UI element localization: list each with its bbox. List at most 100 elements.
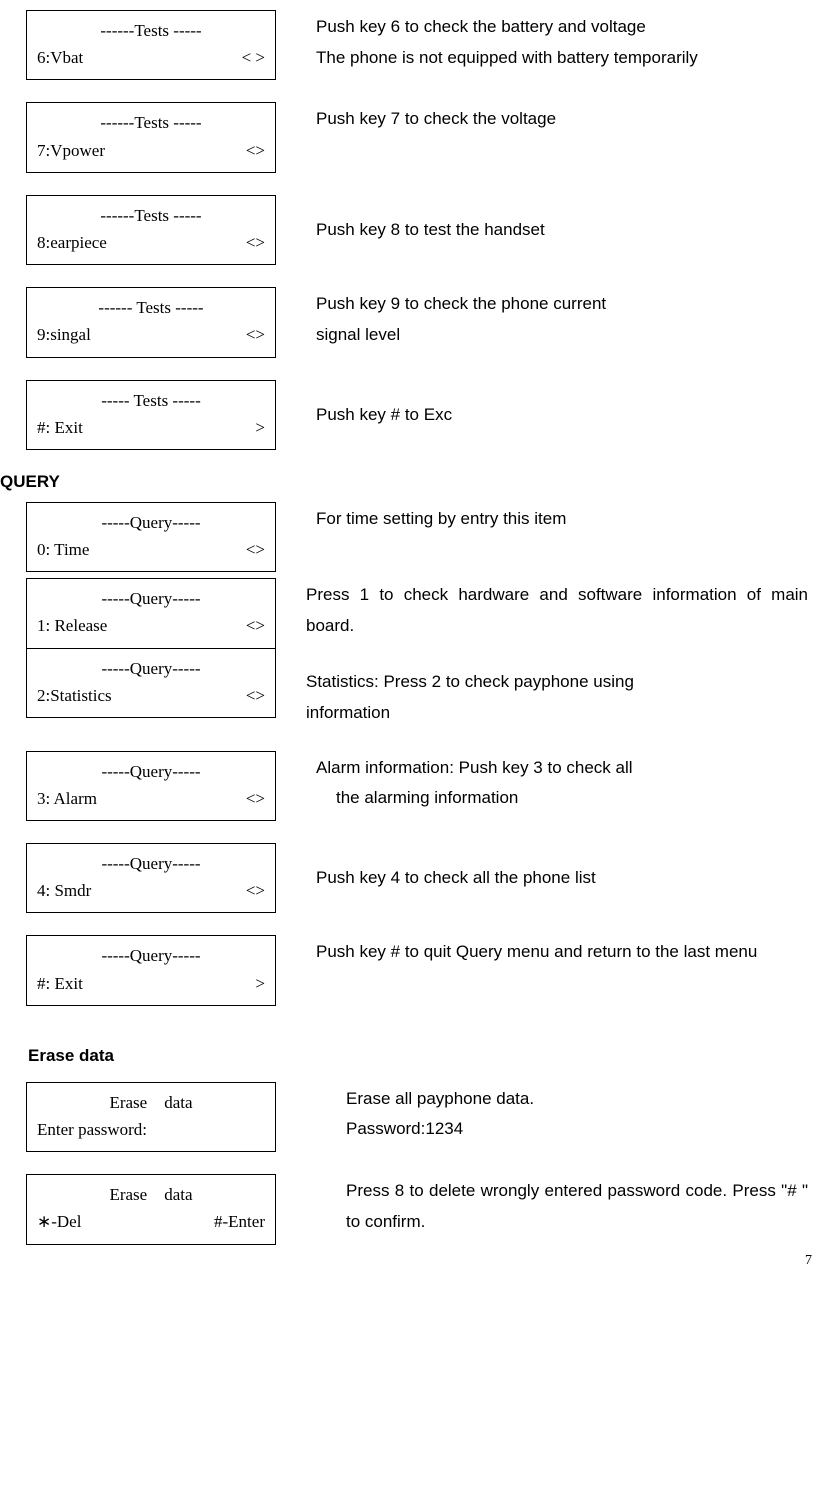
lcd-left: #: Exit: [37, 970, 83, 997]
desc-line: The phone is not equipped with battery t…: [316, 48, 698, 67]
lcd-left: 9:singal: [37, 321, 91, 348]
lcd-line: 8:earpiece <>: [37, 229, 265, 256]
lcd-right: #-Enter: [214, 1208, 265, 1235]
desc-line: information: [306, 703, 390, 722]
lcd-line: 0: Time <>: [37, 536, 265, 563]
section-heading-erase: Erase data: [28, 1046, 832, 1066]
desc-line: Erase all payphone data.: [346, 1089, 534, 1108]
desc-line: For time setting by entry this item: [316, 509, 566, 528]
lcd-right: <>: [246, 612, 265, 639]
lcd-header: ------ Tests -----: [37, 294, 265, 321]
desc: Push key 4 to check all the phone list: [316, 843, 832, 894]
lcd-header: ------Tests -----: [37, 202, 265, 229]
query-row-1-2: -----Query----- 1: Release <> -----Query…: [0, 578, 832, 728]
desc-line: Push key 4 to check all the phone list: [316, 868, 596, 887]
lcd-right: <>: [246, 137, 265, 164]
lcd-right: <>: [246, 785, 265, 812]
desc: Push key 8 to test the handset: [316, 195, 832, 246]
lcd-line: #: Exit >: [37, 970, 265, 997]
lcd-line: 3: Alarm <>: [37, 785, 265, 812]
desc: Press 8 to delete wrongly entered passwo…: [346, 1174, 832, 1237]
query-row-4: -----Query----- 4: Smdr <> Push key 4 to…: [0, 843, 832, 913]
lcd-line: 6:Vbat < >: [37, 44, 265, 71]
lcd-box: ------ Tests ----- 9:singal <>: [26, 287, 276, 357]
lcd-box: ------Tests ----- 6:Vbat < >: [26, 10, 276, 80]
lcd-box: -----Query----- #: Exit >: [26, 935, 276, 1005]
desc-line: Push key 8 to test the handset: [316, 220, 545, 239]
desc: Push key # to Exc: [316, 380, 832, 431]
lcd-right: <>: [246, 877, 265, 904]
lcd-header: -----Query-----: [37, 509, 265, 536]
lcd-box: ----- Tests ----- #: Exit >: [26, 380, 276, 450]
desc: Push key 7 to check the voltage: [316, 102, 832, 135]
lcd-box: -----Query----- 2:Statistics <>: [26, 648, 276, 718]
lcd-box: -----Query----- 0: Time <>: [26, 502, 276, 572]
lcd-left: ∗-Del: [37, 1208, 81, 1235]
lcd-line: 2:Statistics <>: [37, 682, 265, 709]
desc-line: Alarm information: Push key 3 to check a…: [316, 758, 633, 777]
lcd-right: <>: [246, 536, 265, 563]
lcd-header: Erase data: [37, 1181, 265, 1208]
test-row-exit: ----- Tests ----- #: Exit > Push key # t…: [0, 380, 832, 450]
desc: For time setting by entry this item: [316, 502, 832, 535]
lcd-left: 6:Vbat: [37, 44, 83, 71]
lcd-left: #: Exit: [37, 414, 83, 441]
desc-line: Press 1 to check hardware and software i…: [306, 585, 808, 635]
lcd-box: Erase data ∗-Del #-Enter: [26, 1174, 276, 1244]
lcd-header: -----Query-----: [37, 942, 265, 969]
desc-line: Push key # to quit Query menu and return…: [316, 942, 757, 961]
lcd-line: 9:singal <>: [37, 321, 265, 348]
desc: Push key 6 to check the battery and volt…: [316, 10, 832, 73]
lcd-box: -----Query----- 1: Release <>: [26, 578, 276, 648]
page-number: 7: [805, 1253, 812, 1269]
lcd-box: -----Query----- 4: Smdr <>: [26, 843, 276, 913]
lcd-box: ------Tests ----- 8:earpiece <>: [26, 195, 276, 265]
lcd-left: 7:Vpower: [37, 137, 105, 164]
lcd-header: -----Query-----: [37, 655, 265, 682]
erase-row-2: Erase data ∗-Del #-Enter Press 8 to dele…: [0, 1174, 832, 1244]
lcd-header: -----Query-----: [37, 850, 265, 877]
desc-line: signal level: [316, 325, 400, 344]
lcd-line: 4: Smdr <>: [37, 877, 265, 904]
test-row-7: ------Tests ----- 7:Vpower <> Push key 7…: [0, 102, 832, 172]
desc: Press 1 to check hardware and software i…: [306, 578, 832, 728]
lcd-right: <>: [246, 682, 265, 709]
lcd-line: ∗-Del #-Enter: [37, 1208, 265, 1235]
test-row-8: ------Tests ----- 8:earpiece <> Push key…: [0, 195, 832, 265]
lcd-left: Enter password:: [37, 1116, 147, 1143]
lcd-box: ------Tests ----- 7:Vpower <>: [26, 102, 276, 172]
erase-row-1: Erase data Enter password: Erase all pay…: [0, 1082, 832, 1152]
lcd-left: 0: Time: [37, 536, 89, 563]
lcd-line: 7:Vpower <>: [37, 137, 265, 164]
desc-line: Password:1234: [346, 1119, 463, 1138]
desc-line-indent: the alarming information: [316, 783, 808, 814]
lcd-header: Erase data: [37, 1089, 265, 1116]
lcd-left: 3: Alarm: [37, 785, 97, 812]
lcd-header: -----Query-----: [37, 758, 265, 785]
lcd-line: Enter password:: [37, 1116, 265, 1143]
desc: Push key 9 to check the phone current si…: [316, 287, 832, 350]
desc-line: Statistics: Press 2 to check payphone us…: [306, 672, 634, 691]
lcd-left: 2:Statistics: [37, 682, 112, 709]
lcd-left: 8:earpiece: [37, 229, 107, 256]
section-heading-query: QUERY: [0, 472, 832, 492]
lcd-left: 1: Release: [37, 612, 107, 639]
lcd-header: -----Query-----: [37, 585, 265, 612]
query-row-exit: -----Query----- #: Exit > Push key # to …: [0, 935, 832, 1005]
lcd-right: >: [255, 414, 265, 441]
lcd-right: >: [255, 970, 265, 997]
query-row-0: -----Query----- 0: Time <> For time sett…: [0, 502, 832, 572]
desc-line: Push key 6 to check the battery and volt…: [316, 17, 646, 36]
lcd-box: -----Query----- 3: Alarm <>: [26, 751, 276, 821]
desc: Alarm information: Push key 3 to check a…: [316, 751, 832, 814]
lcd-header: ----- Tests -----: [37, 387, 265, 414]
desc: Push key # to quit Query menu and return…: [316, 935, 832, 968]
lcd-header: ------Tests -----: [37, 17, 265, 44]
lcd-right: <>: [246, 229, 265, 256]
desc: Erase all payphone data. Password:1234: [346, 1082, 832, 1145]
lcd-right: <>: [246, 321, 265, 348]
lcd-line: #: Exit >: [37, 414, 265, 441]
lcd-header: ------Tests -----: [37, 109, 265, 136]
test-row-9: ------ Tests ----- 9:singal <> Push key …: [0, 287, 832, 357]
lcd-line: 1: Release <>: [37, 612, 265, 639]
